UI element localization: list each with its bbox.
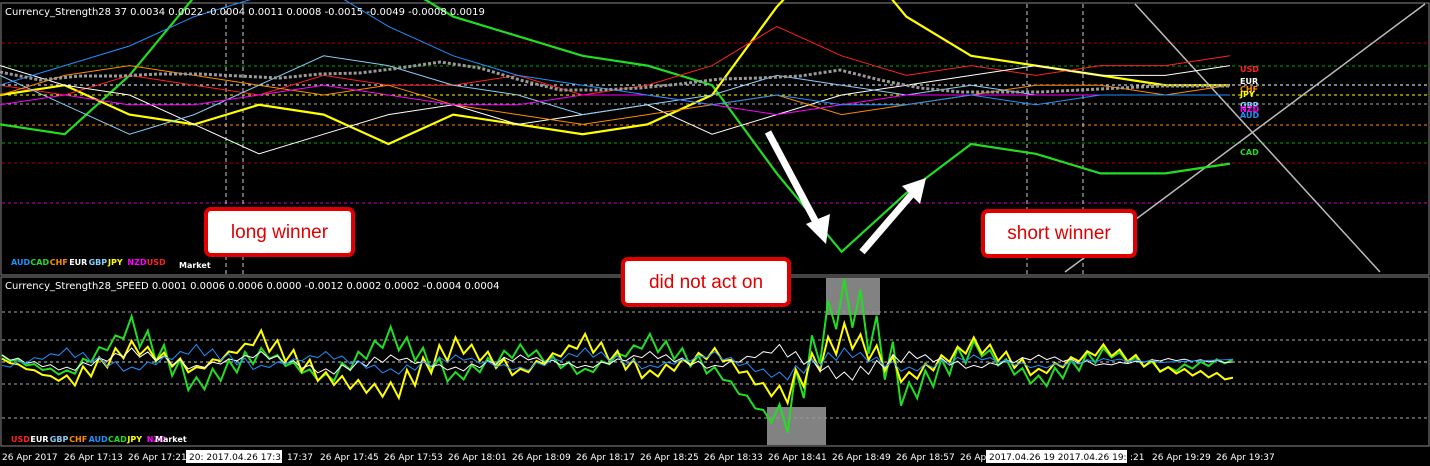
speed-legend-eur: EUR <box>30 435 48 444</box>
right-label-cad: CAD <box>1240 148 1259 157</box>
main-legend-jpy: JPY <box>107 258 123 267</box>
time-label: 26 Apr 18:49 <box>832 453 891 463</box>
main-legend-aud: AUD <box>11 258 30 267</box>
cursor-label-2: 2017.04.26 19 2017.04.26 19:21 <box>989 453 1138 463</box>
speed-legend-market: Market <box>155 435 187 444</box>
long-winner-text: long winner <box>230 221 329 243</box>
main-legend-gbp: GBP <box>89 258 108 267</box>
time-label: 26 Apr 18:17 <box>576 453 635 463</box>
time-label: 26 Apr 2017 <box>2 453 58 463</box>
did-not-act-text: did not act on <box>648 271 764 293</box>
time-label: 26 Apr 17:21 <box>128 453 187 463</box>
highlight-box <box>826 278 880 315</box>
cursor-label-2-tail: :21 <box>1130 453 1144 463</box>
speed-legend-jpy: JPY <box>126 435 142 444</box>
time-label: 26 Apr <box>960 453 990 463</box>
short-winner-callout: short winner <box>981 209 1137 258</box>
time-label: 26 Apr 18:41 <box>768 453 827 463</box>
long-winner-callout: long winner <box>204 207 355 257</box>
time-label: 17:37 <box>287 453 313 463</box>
right-label-jpy: JPY <box>1239 90 1255 99</box>
speed-legend-chf: CHF <box>69 435 87 444</box>
time-label: 26 Apr 17:45 <box>320 453 379 463</box>
main-legend-cad: CAD <box>30 258 49 267</box>
main-legend-usd: USD <box>147 258 166 267</box>
time-label: 26 Apr 19:29 <box>1152 453 1211 463</box>
main-legend-eur: EUR <box>69 258 87 267</box>
time-label: 26 Apr 18:01 <box>448 453 507 463</box>
speed-legend-usd: USD <box>11 435 30 444</box>
right-label-aud: AUD <box>1240 111 1259 120</box>
main-legend-nzd: NZD <box>127 258 146 267</box>
time-label: 26 Apr 18:33 <box>704 453 763 463</box>
main-legend-market: Market <box>179 261 211 270</box>
main-legend-chf: CHF <box>50 258 68 267</box>
time-label: 26 Apr 18:57 <box>896 453 955 463</box>
time-label: 26 Apr 17:53 <box>384 453 443 463</box>
speed-legend-gbp: GBP <box>50 435 69 444</box>
time-label: 26 Apr 19:37 <box>1216 453 1275 463</box>
speed-panel-header: Currency_Strength28_SPEED 0.0001 0.0006 … <box>5 281 500 292</box>
main-panel-header: Currency_Strength28 37 0.0034 0.0022 -0.… <box>5 7 485 18</box>
main-legend: AUD CAD CHF EUR GBP JPY NZD USD <box>11 258 166 267</box>
cursor-label-1: 20: 2017.04.26 17:35 <box>189 453 287 463</box>
time-axis: 26 Apr 2017 26 Apr 17:13 26 Apr 17:21 17:37… <box>0 447 1430 466</box>
time-label: 26 Apr 18:09 <box>512 453 571 463</box>
speed-legend-cad: CAD <box>108 435 127 444</box>
speed-legend-aud: AUD <box>89 435 108 444</box>
time-label: 26 Apr 17:13 <box>64 453 123 463</box>
right-label-usd: USD <box>1240 65 1259 74</box>
time-label: 26 Apr 18:25 <box>640 453 699 463</box>
did-not-act-callout: did not act on <box>621 257 791 307</box>
short-winner-text: short winner <box>1007 223 1111 244</box>
